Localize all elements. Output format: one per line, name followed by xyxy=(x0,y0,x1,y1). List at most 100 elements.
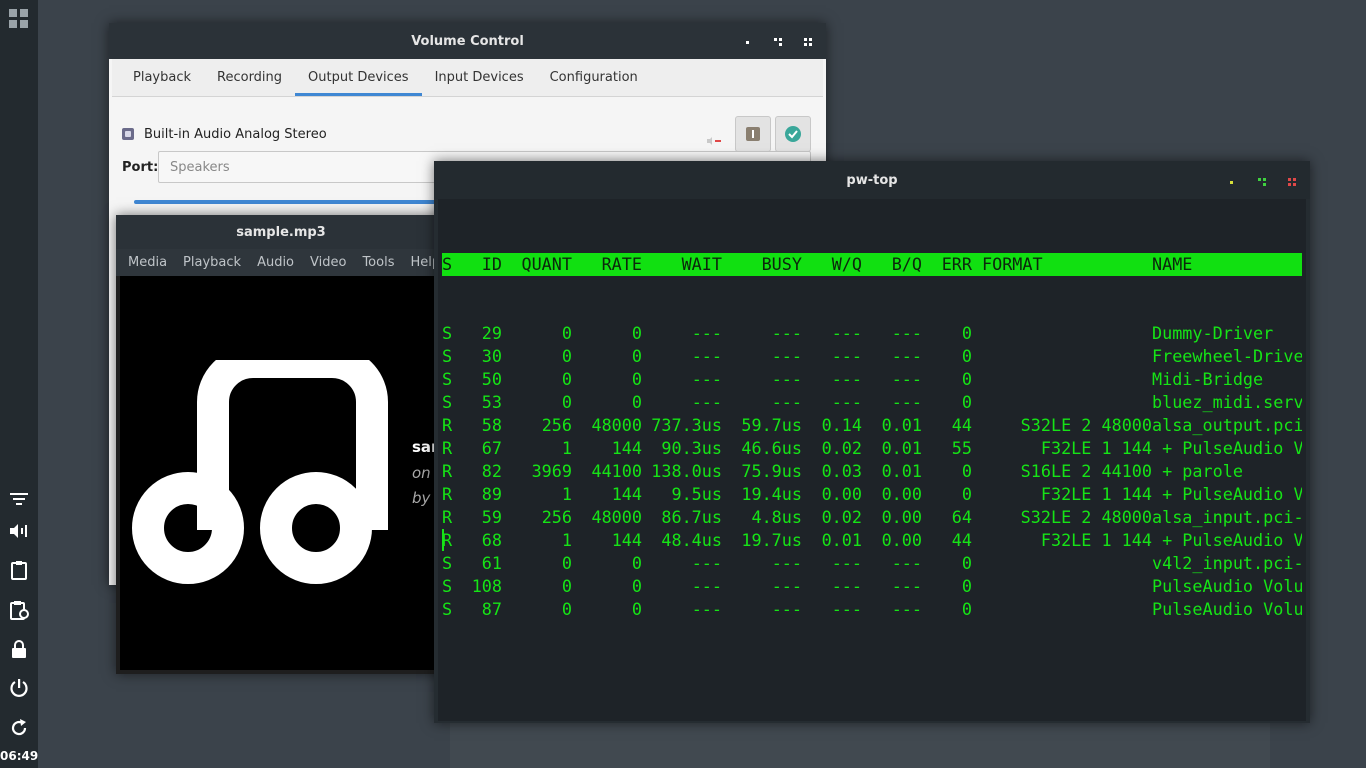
header-busy: BUSY xyxy=(761,254,802,274)
menu-playback[interactable]: Playback xyxy=(175,255,249,270)
header-quant: QUANT xyxy=(521,254,572,274)
close-button[interactable] xyxy=(1284,176,1300,186)
header-format: FORMAT xyxy=(982,254,1043,274)
table-row: S 53 0 0 --- --- --- --- 0 bluez_midi.serv xyxy=(442,391,1302,414)
table-row: R 89 1 144 9.5us 19.4us 0.00 0.00 0 F32LE 1 144 +… xyxy=(442,483,1302,506)
minimize-button[interactable] xyxy=(740,36,756,46)
clipboard-icon[interactable] xyxy=(7,558,31,582)
menu-media[interactable]: Media xyxy=(120,255,175,270)
tab-output-devices[interactable]: Output Devices xyxy=(295,59,422,96)
window-title: Volume Control xyxy=(411,33,524,49)
cell-name: PulseAudio Volu xyxy=(1152,576,1302,596)
cell-name: Dummy-Driver xyxy=(1152,323,1274,343)
lock-icon[interactable] xyxy=(7,637,31,661)
cell-wait: --- xyxy=(691,392,722,412)
cell-quant: 0 xyxy=(561,323,572,343)
media-player-titlebar[interactable]: sample.mp3 xyxy=(116,215,446,249)
menu-tools[interactable]: Tools xyxy=(354,255,402,270)
header-id: ID xyxy=(481,254,502,274)
close-button[interactable] xyxy=(800,36,816,46)
cell-rate: 144 xyxy=(611,530,642,550)
clock: 06:49 xyxy=(0,749,39,763)
maximize-button[interactable] xyxy=(1254,176,1270,186)
terminal-window: pw-top S ID QUANT RATE WAIT BUSY W/Q B/Q ERR FORM… xyxy=(434,161,1310,723)
header-wq: W/Q xyxy=(831,254,862,274)
cell-name: alsa_input.pci- xyxy=(1152,507,1302,527)
cell-state: S xyxy=(442,346,453,366)
cell-format xyxy=(982,391,1152,414)
cell-name: alsa_output.pci xyxy=(1152,415,1302,435)
cell-wq: --- xyxy=(831,553,862,573)
menu-audio[interactable]: Audio xyxy=(249,255,302,270)
terminal-titlebar[interactable]: pw-top xyxy=(434,161,1310,199)
window-title: pw-top xyxy=(846,172,898,188)
cell-wq: 0.02 xyxy=(821,438,862,458)
cell-err: 0 xyxy=(961,553,972,573)
cell-bq: --- xyxy=(891,369,922,389)
cell-format xyxy=(982,345,1152,368)
table-row: R 59 256 48000 86.7us 4.8us 0.02 0.00 64 S32LE 2 … xyxy=(442,506,1302,529)
clipboard-sync-icon[interactable] xyxy=(7,598,31,622)
cell-wait: --- xyxy=(691,323,722,343)
cell-err: 0 xyxy=(961,599,972,619)
minimize-button[interactable] xyxy=(1224,176,1240,186)
output-device-row: Built-in Audio Analog Stereo xyxy=(122,116,811,152)
cell-quant: 0 xyxy=(561,599,572,619)
cell-format: S32LE 2 48000 xyxy=(1020,507,1152,527)
cell-busy: --- xyxy=(771,576,802,596)
volume-slider[interactable] xyxy=(134,200,454,204)
cell-name: + parole xyxy=(1152,461,1243,481)
cell-busy: --- xyxy=(771,323,802,343)
cell-id: 53 xyxy=(481,392,502,412)
cell-quant: 0 xyxy=(561,346,572,366)
tab-recording[interactable]: Recording xyxy=(204,59,295,96)
maximize-button[interactable] xyxy=(770,36,786,46)
cell-state: S xyxy=(442,369,453,389)
restart-icon[interactable] xyxy=(7,716,31,740)
volume-control-titlebar[interactable]: Volume Control xyxy=(109,23,826,59)
audio-card-icon xyxy=(122,128,134,140)
cell-bq: 0.01 xyxy=(881,461,922,481)
mute-icon[interactable] xyxy=(707,130,721,145)
cell-name: Freewheel-Drive xyxy=(1152,346,1302,366)
terminal-body[interactable]: S ID QUANT RATE WAIT BUSY W/Q B/Q ERR FORMAT NAME … xyxy=(438,199,1306,721)
cell-wait: 737.3us xyxy=(651,415,722,435)
cell-state: S xyxy=(442,323,453,343)
cell-rate: 0 xyxy=(631,599,642,619)
cell-wq: --- xyxy=(831,599,862,619)
table-row: S 50 0 0 --- --- --- --- 0 Midi-Bridge xyxy=(442,368,1302,391)
left-panel: 06:49 xyxy=(0,0,38,768)
menu-bar: Media Playback Audio Video Tools Help xyxy=(116,249,446,276)
volume-icon[interactable] xyxy=(7,519,31,543)
video-area[interactable]: sar on by xyxy=(120,276,446,670)
lock-channels-button[interactable] xyxy=(735,116,771,152)
table-row: S 61 0 0 --- --- --- --- 0 v4l2_input.pci- xyxy=(442,552,1302,575)
cell-quant: 0 xyxy=(561,553,572,573)
menu-video[interactable]: Video xyxy=(302,255,354,270)
cell-wait: 86.7us xyxy=(661,507,722,527)
filter-icon[interactable] xyxy=(7,488,31,512)
cell-state: S xyxy=(442,392,453,412)
cell-bq: --- xyxy=(891,599,922,619)
apps-menu-icon[interactable] xyxy=(7,7,31,31)
cell-rate: 0 xyxy=(631,392,642,412)
power-icon[interactable] xyxy=(7,676,31,700)
tab-playback[interactable]: Playback xyxy=(120,59,204,96)
cell-busy: --- xyxy=(771,553,802,573)
cell-state: R xyxy=(442,507,453,527)
table-row: R 67 1 144 90.3us 46.6us 0.02 0.01 55 F32LE 1 144… xyxy=(442,437,1302,460)
check-icon xyxy=(785,126,801,142)
set-default-button[interactable] xyxy=(775,116,811,152)
tab-configuration[interactable]: Configuration xyxy=(537,59,651,96)
tab-input-devices[interactable]: Input Devices xyxy=(422,59,537,96)
cell-name: PulseAudio Volu xyxy=(1152,599,1302,619)
cell-id: 59 xyxy=(481,507,502,527)
cell-rate: 0 xyxy=(631,553,642,573)
media-player-window: sample.mp3 Media Playback Audio Video To… xyxy=(116,215,446,674)
table-row: S 108 0 0 --- --- --- --- 0 PulseAudio Volu xyxy=(442,575,1302,598)
cell-id: 108 xyxy=(471,576,502,596)
table-row: S 87 0 0 --- --- --- --- 0 PulseAudio Volu xyxy=(442,598,1302,621)
cell-rate: 0 xyxy=(631,323,642,343)
track-album: on xyxy=(412,464,431,482)
cell-quant: 256 xyxy=(541,415,572,435)
